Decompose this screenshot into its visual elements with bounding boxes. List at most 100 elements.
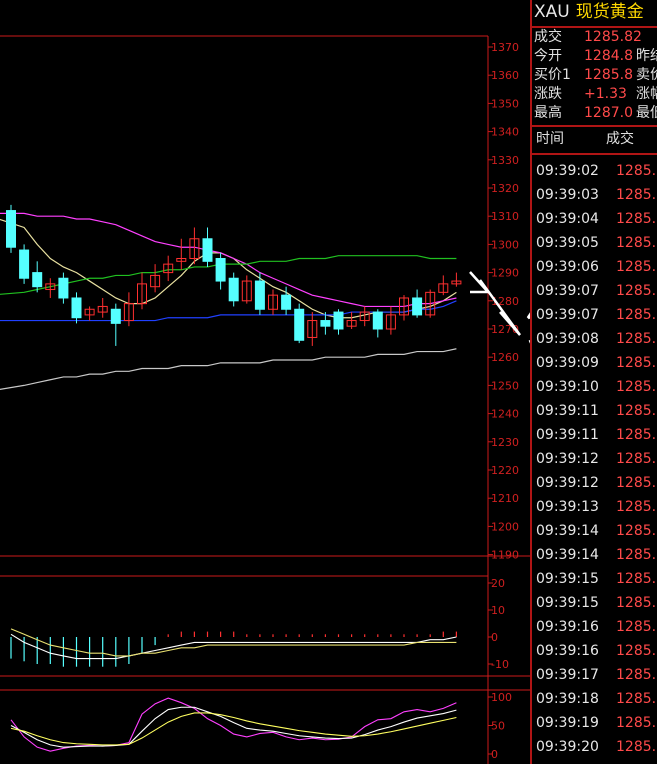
tick-price: 1285.75	[616, 259, 657, 275]
quote-label-right: 昨结	[636, 48, 657, 64]
tick-time: 09:39:10	[536, 379, 599, 395]
tick-price: 1285.83	[616, 667, 657, 683]
tick-row[interactable]: 09:39:04 1285.80	[532, 207, 657, 231]
tick-price: 1285.79	[616, 355, 657, 371]
tick-row[interactable]: 09:39:15 1285.82	[532, 567, 657, 591]
macd-tick-label: -10	[491, 658, 509, 671]
tick-row[interactable]: 09:39:16 1285.83	[532, 615, 657, 639]
quote-label: 成交	[534, 29, 562, 45]
tick-row[interactable]: 09:39:18 1285.80	[532, 687, 657, 711]
tick-price: 1285.80	[616, 739, 657, 755]
quote-value: 1285.82	[584, 29, 642, 45]
tick-row[interactable]: 09:39:16 1285.82	[532, 639, 657, 663]
tick-price: 1285.84	[616, 379, 657, 395]
tick-time: 09:39:14	[536, 547, 599, 563]
tick-row[interactable]: 09:39:13 1285.84	[532, 495, 657, 519]
tick-price: 1285.84	[616, 499, 657, 515]
tick-table-header: 时间 成交	[532, 127, 657, 151]
tick-price: 1285.82	[616, 283, 657, 299]
price-tick-label: 1260	[491, 351, 519, 364]
quote-label: 今开	[534, 48, 562, 64]
tick-row[interactable]: 09:39:14 1285.85	[532, 519, 657, 543]
tick-price: 1285.83	[616, 475, 657, 491]
macd-tick-label: 10	[491, 604, 505, 617]
tick-row[interactable]: 09:39:09 1285.79	[532, 351, 657, 375]
tick-price: 1285.78	[616, 715, 657, 731]
candle-body	[110, 308, 121, 324]
candle-body	[71, 297, 82, 319]
tick-row[interactable]: 09:39:07 1285.80	[532, 303, 657, 327]
kline-chart[interactable]: 1370136013501340133013201310130012901280…	[0, 0, 530, 764]
candle-body	[320, 320, 331, 327]
ma-line	[0, 255, 457, 295]
tick-time: 09:39:16	[536, 619, 599, 635]
tick-time: 09:39:09	[536, 355, 599, 371]
macd-tick-label: 0	[491, 631, 498, 644]
tick-row[interactable]: 09:39:03 1285.77	[532, 183, 657, 207]
price-tick-label: 1370	[491, 41, 519, 54]
instrument-header: XAU 现货黄金	[532, 0, 657, 24]
tick-time: 09:39:15	[536, 595, 599, 611]
tick-row[interactable]: 09:39:12 1285.84	[532, 447, 657, 471]
tick-row[interactable]: 09:39:11 1285.80	[532, 423, 657, 447]
kdj-tick-label: 100	[491, 691, 512, 704]
quote-row: 成交 1285.82	[532, 28, 657, 47]
tick-row[interactable]: 09:39:15 1285.80	[532, 591, 657, 615]
tick-time: 09:39:15	[536, 571, 599, 587]
tick-time: 09:39:12	[536, 475, 599, 491]
tick-row[interactable]: 09:39:11 1285.81	[532, 399, 657, 423]
tick-price: 1285.80	[616, 691, 657, 707]
tick-time: 09:39:17	[536, 667, 599, 683]
tick-row[interactable]: 09:39:17 1285.83	[532, 663, 657, 687]
tick-time: 09:39:02	[536, 163, 599, 179]
tick-row[interactable]: 09:39:19 1285.78	[532, 711, 657, 735]
kdj-tick-label: 50	[491, 720, 505, 733]
candle-body	[254, 280, 265, 310]
price-header: 成交	[606, 131, 634, 147]
quote-value: 1284.8	[584, 48, 633, 64]
quote-label-right: 最低	[636, 105, 657, 121]
quote-row: 最高 1287.0最低	[532, 104, 657, 123]
quote-row: 涨跌 +1.33 涨幅	[532, 85, 657, 104]
kline-chart-area[interactable]: 1370 1360 1350 1340 1330 1320 1310 1300 1290 1280…	[0, 0, 530, 764]
tick-row[interactable]: 09:39:20 1285.80	[532, 735, 657, 759]
tick-row[interactable]: 09:39:14 1285.83	[532, 543, 657, 567]
price-tick-label: 1350	[491, 97, 519, 110]
price-tick-label: 1360	[491, 69, 519, 82]
tick-row[interactable]: 09:39:07 1285.82	[532, 279, 657, 303]
kdj-line	[10, 712, 457, 746]
tick-row[interactable]: 09:39:10 1285.84	[532, 375, 657, 399]
time-header: 时间	[536, 131, 564, 147]
tick-time: 09:39:06	[536, 259, 599, 275]
instrument-name: 现货黄金	[575, 2, 644, 22]
kdj-line	[10, 697, 457, 752]
tick-row[interactable]: 09:39:12 1285.83	[532, 471, 657, 495]
tick-price: 1285.80	[616, 307, 657, 323]
tick-row[interactable]: 09:39:02 1285.79	[532, 159, 657, 183]
quote-value: 1285.8	[584, 67, 633, 83]
tick-time: 09:39:05	[536, 235, 599, 251]
tick-price: 1285.79	[616, 163, 657, 179]
tick-row[interactable]: 09:39:06 1285.75	[532, 255, 657, 279]
candle-body	[202, 238, 213, 262]
ma-line	[0, 218, 457, 319]
tick-row[interactable]: 09:39:05 1285.77	[532, 231, 657, 255]
quote-label: 买价1	[534, 67, 571, 83]
tick-price: 1285.84	[616, 451, 657, 467]
price-tick-label: 1200	[491, 520, 519, 533]
tick-time: 09:39:11	[536, 403, 599, 419]
ma-line	[0, 300, 457, 322]
quote-value: 1287.0	[584, 105, 633, 121]
price-tick-label: 1190	[491, 549, 519, 562]
tick-row[interactable]: 09:39:08 1285.82	[532, 327, 657, 351]
tick-time: 09:39:03	[536, 187, 599, 203]
quote-row: 今开 1284.8昨结	[532, 47, 657, 66]
quote-value: +1.33	[584, 86, 627, 102]
tick-time: 09:39:04	[536, 211, 599, 227]
tick-list[interactable]: 09:39:02 1285.79 09:39:03 1285.77 09:39:04 12…	[532, 159, 657, 759]
tick-time: 09:39:14	[536, 523, 599, 539]
tick-time: 09:39:19	[536, 715, 599, 731]
price-tick-label: 1230	[491, 436, 519, 449]
price-tick-label: 1220	[491, 464, 519, 477]
kdj-tick-label: 0	[491, 748, 498, 761]
